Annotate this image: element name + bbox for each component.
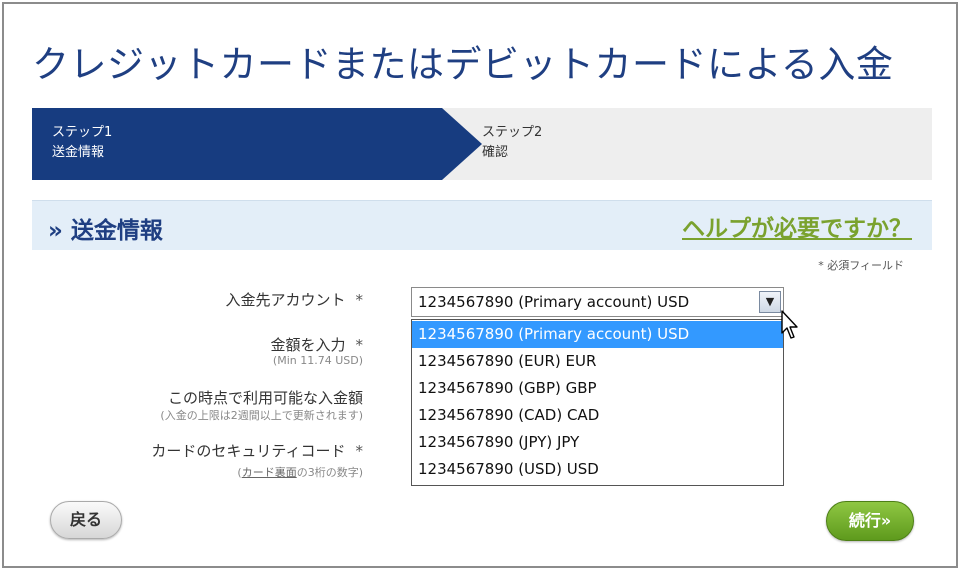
- chevron-down-icon[interactable]: ▼: [759, 291, 781, 313]
- account-label: 入金先アカウント *: [225, 289, 363, 310]
- continue-button[interactable]: 続行»: [826, 501, 914, 541]
- account-select[interactable]: 1234567890 (Primary account) USD ▼: [411, 287, 784, 317]
- account-option[interactable]: 1234567890 (EUR) EUR: [412, 348, 783, 375]
- page-title: クレジットカードまたはデビットカードによる入金: [32, 43, 894, 86]
- required-mark: *: [355, 291, 364, 309]
- account-option[interactable]: 1234567890 (JPY) JPY: [412, 429, 783, 456]
- account-option[interactable]: 1234567890 (Primary account) USD: [412, 321, 783, 348]
- mouse-pointer-icon: [781, 310, 798, 339]
- account-dropdown-list: 1234567890 (Primary account) USD 1234567…: [411, 319, 784, 486]
- step-2-name: 確認: [482, 145, 509, 160]
- amount-label-text: 金額を入力: [270, 336, 346, 354]
- account-option[interactable]: 1234567890 (USD) USD: [412, 456, 783, 483]
- step-1-number: ステップ1: [52, 125, 113, 140]
- step-1-name: 送金情報: [52, 145, 105, 160]
- back-button[interactable]: 戻る: [50, 501, 122, 539]
- required-mark: *: [355, 336, 364, 354]
- security-code-label-text: カードのセキュリティコード: [151, 442, 346, 460]
- amount-label: 金額を入力 *: [270, 334, 363, 355]
- step-progress-bar: ステップ1 送金情報 ステップ2 確認: [32, 108, 932, 180]
- step-2-number: ステップ2: [482, 125, 543, 140]
- security-code-hint: (カード裏面の3桁の数字): [237, 464, 363, 480]
- security-code-hint-suffix: の3桁の数字): [296, 466, 363, 479]
- required-mark: *: [355, 442, 364, 460]
- section-title: » 送金情報: [48, 218, 163, 244]
- help-link[interactable]: ヘルプが必要ですか？: [682, 209, 912, 243]
- section-header: » 送金情報 ヘルプが必要ですか？: [32, 200, 932, 250]
- account-option[interactable]: 1234567890 (GBP) GBP: [412, 375, 783, 402]
- security-code-label: カードのセキュリティコード *: [151, 440, 363, 461]
- amount-hint: (Min 11.74 USD): [272, 354, 363, 367]
- available-amount-hint: (入金の上限は2週間以上で更新されます): [160, 409, 363, 422]
- account-select-value: 1234567890 (Primary account) USD: [418, 293, 690, 311]
- available-amount-label: この時点で利用可能な入金額: [167, 389, 363, 407]
- card-back-link[interactable]: カード裏面: [242, 466, 297, 479]
- deposit-form-window: クレジットカードまたはデビットカードによる入金 ステップ1 送金情報 ステップ2…: [2, 2, 958, 568]
- account-label-text: 入金先アカウント: [225, 291, 346, 309]
- account-option[interactable]: 1234567890 (CAD) CAD: [412, 402, 783, 429]
- required-fields-note: * 必須フィールド: [818, 259, 904, 272]
